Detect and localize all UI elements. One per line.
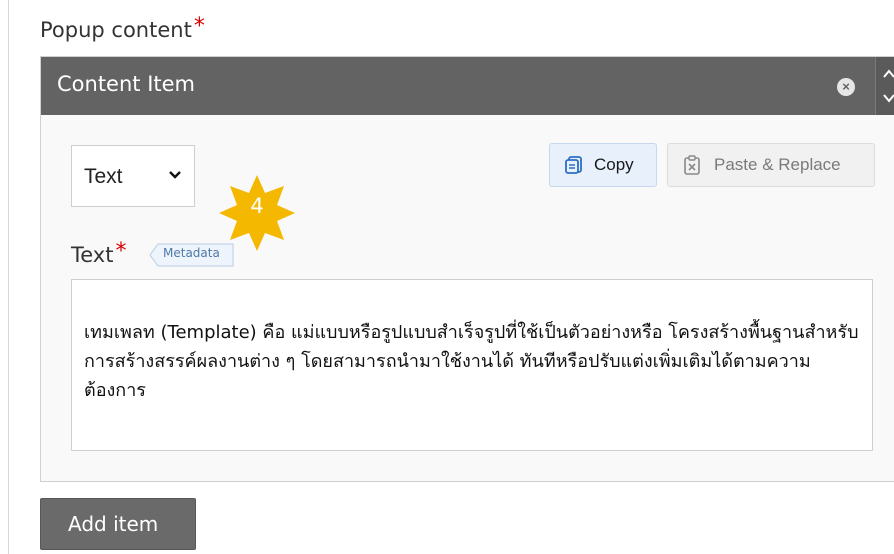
add-item-button[interactable]: Add item <box>40 498 196 550</box>
reorder-handle[interactable] <box>875 57 894 115</box>
chevron-down-icon <box>169 171 181 179</box>
copy-button[interactable]: Copy <box>549 143 657 187</box>
content-item-box: Content Item × Text Copy Paste & Replace… <box>40 56 894 482</box>
copy-button-label: Copy <box>594 155 634 174</box>
text-field-label: Text* <box>71 239 126 268</box>
remove-item-icon[interactable]: × <box>837 78 855 96</box>
paste-replace-button[interactable]: Paste & Replace <box>667 143 875 187</box>
text-field-label-text: Text <box>71 243 114 267</box>
reorder-arrows-icon <box>883 69 894 103</box>
content-type-select[interactable]: Text <box>71 145 195 207</box>
copy-icon <box>565 156 582 174</box>
content-item-header: Content Item × <box>41 57 894 115</box>
popup-content-label: Popup content* <box>40 14 205 43</box>
content-item-title: Content Item <box>57 72 195 96</box>
text-content-value: เทมเพลท (Template) คือ แม่แบบหรือรูปแบบส… <box>84 322 859 401</box>
clipboard-replace-icon <box>684 155 700 175</box>
step-badge-number: 4 <box>250 194 264 218</box>
content-type-value: Text <box>84 165 123 188</box>
text-required-mark: * <box>115 239 127 264</box>
metadata-tag-label: Metadata <box>163 246 220 260</box>
add-item-label: Add item <box>68 512 159 536</box>
left-border <box>8 0 9 554</box>
popup-content-label-text: Popup content <box>40 18 192 42</box>
paste-replace-label: Paste & Replace <box>714 155 841 174</box>
required-mark: * <box>193 14 205 39</box>
text-content-field[interactable]: เทมเพลท (Template) คือ แม่แบบหรือรูปแบบส… <box>71 279 873 451</box>
